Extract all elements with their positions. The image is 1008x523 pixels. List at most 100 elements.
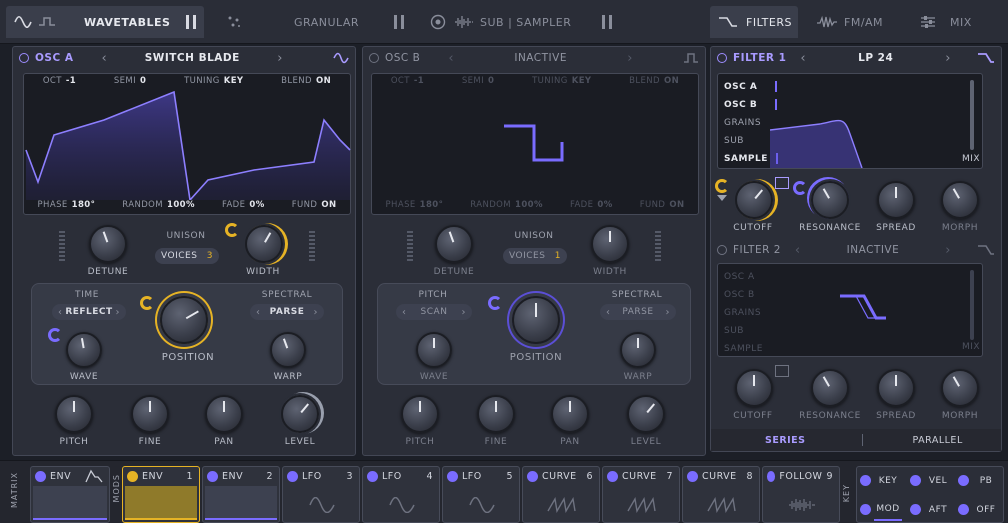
oct-param[interactable]: OCT -1 — [43, 76, 76, 90]
pitch-knob[interactable] — [401, 395, 439, 433]
drag-handle[interactable] — [309, 231, 315, 261]
filter-1-mix-slider[interactable] — [970, 80, 974, 150]
tuning-param[interactable]: TUNING KEY — [184, 76, 243, 90]
drag-mod-icon[interactable] — [687, 470, 698, 482]
pitch-knob[interactable] — [55, 395, 93, 433]
warp-knob[interactable] — [620, 332, 656, 368]
filter-2-mix-slider[interactable] — [970, 270, 974, 340]
filter-1-type[interactable]: LP 24 — [858, 52, 893, 64]
mod-curve-7[interactable]: CURVE 7 — [602, 466, 680, 523]
mod-curve-8[interactable]: CURVE 8 — [682, 466, 760, 523]
power-icon[interactable] — [19, 53, 29, 63]
mod-env-main[interactable]: ENV — [30, 466, 110, 523]
next-preset-arrow[interactable]: › — [277, 51, 283, 66]
drag-mod-icon[interactable] — [767, 470, 776, 482]
drag-mod-icon[interactable] — [287, 470, 298, 482]
detune-knob[interactable] — [89, 225, 127, 263]
pan-knob[interactable] — [551, 395, 589, 433]
phase-param[interactable]: PHASE 180° — [386, 200, 444, 214]
mod-curve-6[interactable]: CURVE 6 — [522, 466, 600, 523]
drag-mod-icon[interactable] — [527, 470, 538, 482]
drag-mod-icon[interactable] — [367, 470, 378, 482]
tab-wavetables[interactable]: WAVETABLES — [6, 6, 204, 38]
mod-env-2[interactable]: ENV 2 — [202, 466, 280, 523]
mod-source-icon[interactable] — [225, 223, 239, 237]
tuning-param[interactable]: TUNING KEY — [532, 76, 591, 90]
random-param[interactable]: RANDOM 100% — [122, 200, 195, 214]
prev-filter-type-arrow[interactable]: ‹ — [795, 243, 801, 258]
osc-b-preset-name[interactable]: INACTIVE — [514, 52, 567, 64]
mod-source-icon[interactable] — [48, 328, 62, 342]
position-knob[interactable] — [160, 296, 208, 344]
level-knob[interactable] — [627, 395, 665, 433]
level-knob[interactable] — [281, 395, 319, 433]
vel-source-button[interactable]: VEL — [924, 470, 952, 492]
drag-handle[interactable] — [407, 231, 413, 261]
osc-a-wavetable-display[interactable]: OCT -1 SEMI 0 TUNING KEY BLEND ON PHASE 180° … — [23, 73, 351, 215]
spectral-mode-selector[interactable]: ‹ PARSE › — [600, 304, 676, 320]
drag-mod-icon[interactable] — [860, 504, 871, 515]
dropdown-arrow-icon[interactable] — [717, 195, 727, 201]
tab-mix[interactable]: MIX — [912, 6, 1008, 38]
power-icon[interactable] — [369, 53, 379, 63]
wave-knob[interactable] — [66, 332, 102, 368]
spectral-mode-selector[interactable]: ‹ PARSE › — [250, 304, 324, 320]
fund-param[interactable]: FUND ON — [640, 200, 685, 214]
drag-mod-icon[interactable] — [860, 475, 871, 486]
next-preset-arrow[interactable]: › — [627, 51, 633, 66]
drag-mod-icon[interactable] — [207, 470, 218, 482]
semi-param[interactable]: SEMI 0 — [114, 76, 147, 90]
resonance-knob[interactable] — [811, 369, 849, 407]
cutoff-knob[interactable] — [735, 181, 773, 219]
width-knob[interactable] — [591, 225, 629, 263]
filter-2-type[interactable]: INACTIVE — [847, 244, 900, 256]
position-knob[interactable] — [512, 296, 560, 344]
filter-2-display[interactable]: OSC A OSC B GRAINS SUB SAMPLE MIX — [717, 263, 983, 357]
tab-fm-am[interactable]: FM/AM — [808, 6, 904, 38]
spread-knob[interactable] — [877, 181, 915, 219]
power-icon[interactable] — [717, 53, 727, 63]
mod-lfo-4[interactable]: LFO 4 — [362, 466, 440, 523]
random-param[interactable]: RANDOM 100% — [470, 200, 543, 214]
prev-preset-arrow[interactable]: ‹ — [448, 51, 454, 66]
tab-sub-sampler[interactable]: SUB | SAMPLER — [424, 6, 620, 38]
drag-mod-icon[interactable] — [958, 475, 969, 486]
route-grains[interactable]: GRAINS — [724, 304, 763, 322]
mod-follow-9[interactable]: FOLLOW 9 — [762, 466, 840, 523]
morph-knob[interactable] — [941, 181, 979, 219]
blend-param[interactable]: BLEND ON — [629, 76, 679, 90]
square-wave-icon[interactable] — [683, 52, 699, 64]
mod-source-icon[interactable] — [488, 296, 502, 310]
detune-knob[interactable] — [435, 225, 473, 263]
mod-source-icon[interactable] — [793, 181, 807, 195]
fine-knob[interactable] — [477, 395, 515, 433]
drag-mod-icon[interactable] — [910, 504, 921, 515]
key-source-button[interactable]: KEY — [874, 470, 902, 492]
mod-source-button[interactable]: MOD — [874, 499, 902, 521]
aft-source-button[interactable]: AFT — [924, 499, 952, 521]
tab-filters[interactable]: FILTERS — [710, 6, 798, 38]
drag-mod-icon[interactable] — [35, 470, 46, 482]
phase-param[interactable]: PHASE 180° — [38, 200, 96, 214]
pitch-mode-selector[interactable]: ‹ SCAN › — [396, 304, 472, 320]
lowpass-filter-icon[interactable] — [977, 52, 995, 64]
morph-knob[interactable] — [941, 369, 979, 407]
mod-env-1[interactable]: ENV 1 — [122, 466, 200, 523]
resonance-knob[interactable] — [811, 181, 849, 219]
matrix-label[interactable]: MATRIX — [10, 472, 19, 508]
route-sub[interactable]: SUB — [724, 322, 763, 340]
warp-knob[interactable] — [270, 332, 306, 368]
mod-source-icon[interactable] — [140, 296, 154, 310]
prev-preset-arrow[interactable]: ‹ — [101, 51, 107, 66]
parallel-button[interactable]: PARALLEL — [913, 435, 963, 446]
tab-granular[interactable]: GRANULAR — [216, 6, 412, 38]
mod-lfo-3[interactable]: LFO 3 — [282, 466, 360, 523]
drag-mod-icon[interactable] — [910, 475, 921, 486]
sine-wave-icon[interactable] — [333, 52, 349, 64]
next-filter-type-arrow[interactable]: › — [945, 243, 951, 258]
lowpass-filter-icon[interactable] — [977, 244, 995, 256]
keytrack-icon[interactable] — [775, 365, 789, 377]
pb-source-button[interactable]: PB — [972, 470, 1000, 492]
series-button[interactable]: SERIES — [765, 435, 806, 446]
next-filter-type-arrow[interactable]: › — [945, 51, 951, 66]
